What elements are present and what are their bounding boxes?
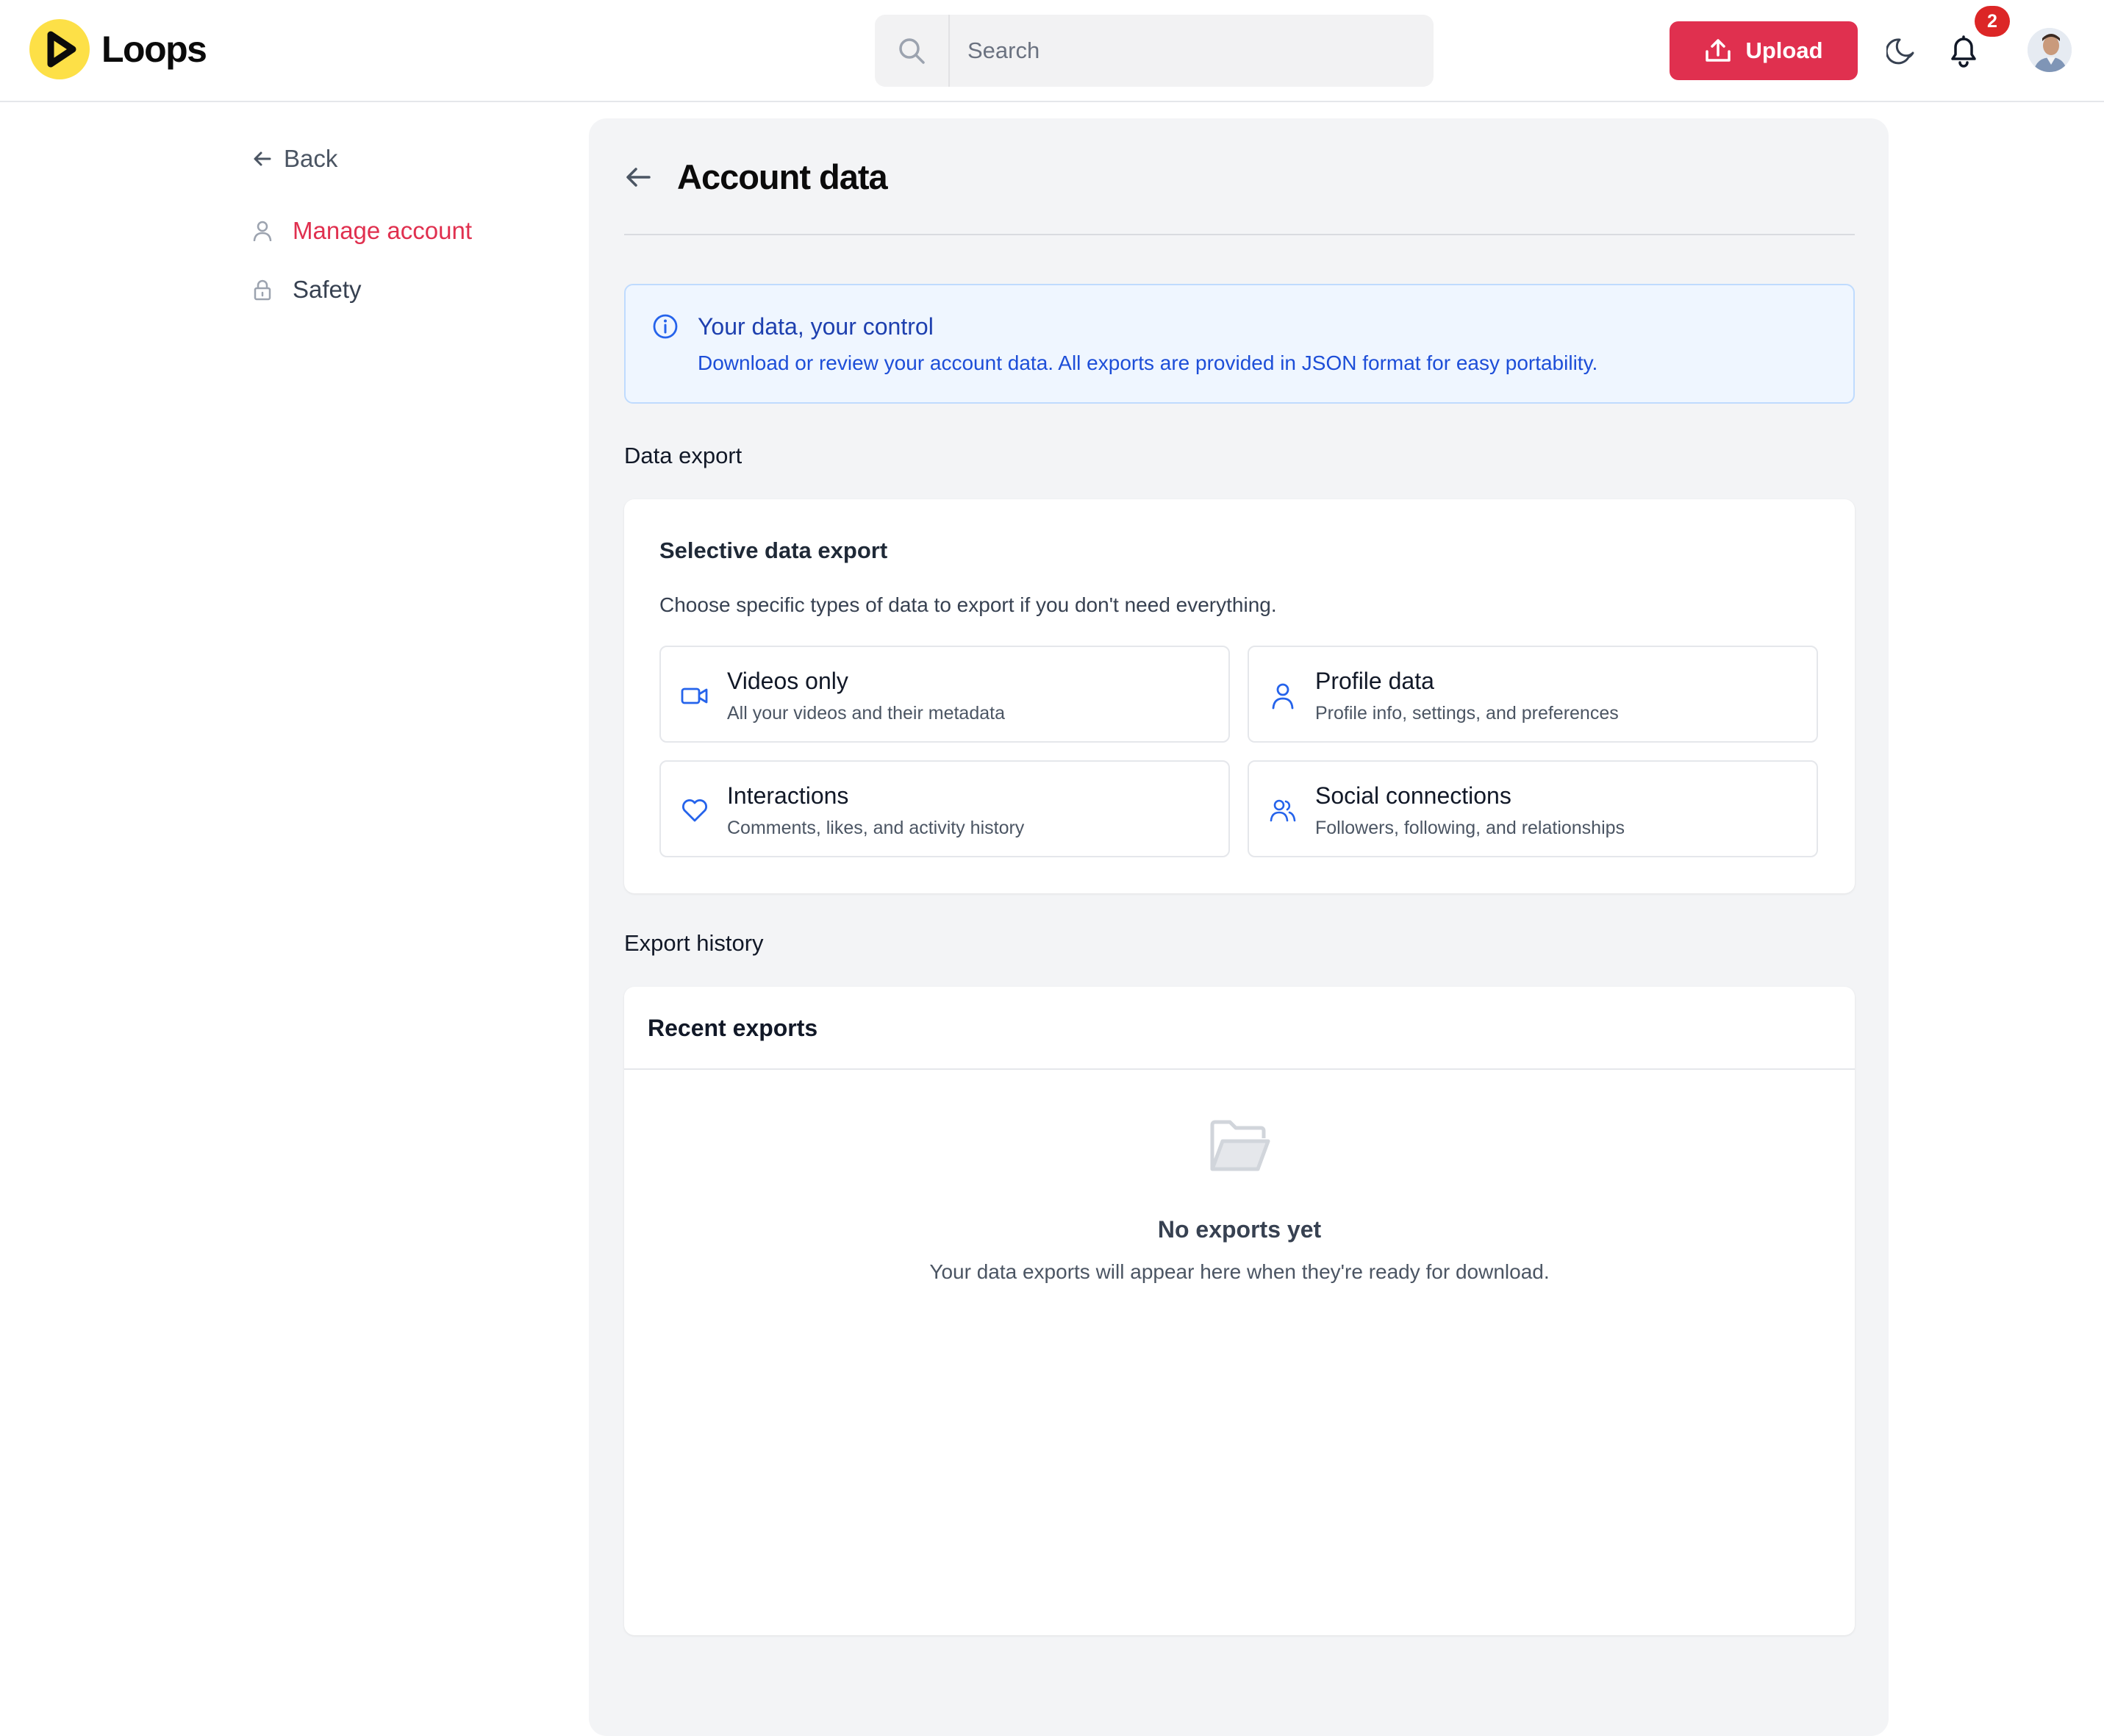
info-callout: Your data, your control Download or revi… xyxy=(624,284,1855,404)
export-option-videos[interactable]: Videos only All your videos and their me… xyxy=(659,646,1230,743)
arrow-left-icon xyxy=(253,149,272,168)
folder-open-icon xyxy=(1209,1119,1271,1175)
bell-icon[interactable] xyxy=(1947,32,1980,69)
divider xyxy=(624,234,1855,235)
empty-state-description: Your data exports will appear here when … xyxy=(929,1260,1550,1283)
empty-state-title: No exports yet xyxy=(1157,1216,1322,1243)
card-header: Recent exports xyxy=(624,987,1855,1070)
sidebar-item-safety[interactable]: Safety xyxy=(253,269,562,310)
notification-badge: 2 xyxy=(1975,6,2010,37)
account-data-panel: Account data Your data, your control Dow… xyxy=(589,118,1889,1736)
card-title: Recent exports xyxy=(648,1015,818,1041)
sidebar-item-manage-account[interactable]: Manage account xyxy=(253,210,562,251)
info-icon xyxy=(652,313,679,340)
upload-icon xyxy=(1704,38,1732,63)
option-title: Videos only xyxy=(727,668,848,694)
card-description: Choose specific types of data to export … xyxy=(659,593,1277,616)
option-title: Profile data xyxy=(1315,668,1434,694)
sidebar-item-label: Manage account xyxy=(293,217,473,244)
avatar[interactable] xyxy=(2028,28,2072,72)
logo[interactable]: Loops xyxy=(29,19,207,79)
selective-export-card: Selective data export Choose specific ty… xyxy=(624,499,1855,893)
user-icon xyxy=(253,221,272,241)
search-bar[interactable] xyxy=(875,15,1434,87)
section-label-data-export: Data export xyxy=(624,443,743,468)
video-icon xyxy=(680,681,709,710)
lock-icon xyxy=(253,279,272,301)
option-description: Profile info, settings, and preferences xyxy=(1315,703,1619,724)
app-name: Loops xyxy=(101,29,207,70)
option-title: Social connections xyxy=(1315,782,1511,809)
arrow-left-icon[interactable] xyxy=(624,162,654,192)
search-icon[interactable] xyxy=(875,15,950,87)
top-navbar: Loops Upload 2 xyxy=(0,0,2104,102)
section-label-export-history: Export history xyxy=(624,930,764,956)
page-title: Account data xyxy=(677,157,888,196)
page-header: Account data xyxy=(624,157,888,197)
info-title: Your data, your control xyxy=(698,313,934,340)
back-label: Back xyxy=(284,145,338,172)
export-option-social[interactable]: Social connections Followers, following,… xyxy=(1248,760,1818,857)
option-title: Interactions xyxy=(727,782,849,809)
upload-label: Upload xyxy=(1745,37,1823,63)
moon-icon[interactable] xyxy=(1886,35,1917,66)
option-description: Comments, likes, and activity history xyxy=(727,818,1025,838)
back-link[interactable]: Back xyxy=(253,140,562,178)
option-description: Followers, following, and relationships xyxy=(1315,818,1625,838)
heart-icon xyxy=(680,796,709,825)
info-body: Download or review your account data. Al… xyxy=(698,351,1598,374)
export-option-interactions[interactable]: Interactions Comments, likes, and activi… xyxy=(659,760,1230,857)
export-option-profile[interactable]: Profile data Profile info, settings, and… xyxy=(1248,646,1818,743)
settings-sidebar: Back Manage account Safety xyxy=(253,140,562,310)
users-icon xyxy=(1268,796,1298,825)
logo-play-icon xyxy=(29,19,90,79)
card-title: Selective data export xyxy=(659,537,888,563)
option-description: All your videos and their metadata xyxy=(727,703,1005,724)
upload-button[interactable]: Upload xyxy=(1670,21,1858,80)
recent-exports-card: Recent exports No exports yet Your data … xyxy=(624,987,1855,1635)
sidebar-item-label: Safety xyxy=(293,276,362,303)
user-icon xyxy=(1268,681,1298,710)
search-input[interactable] xyxy=(950,15,1434,87)
